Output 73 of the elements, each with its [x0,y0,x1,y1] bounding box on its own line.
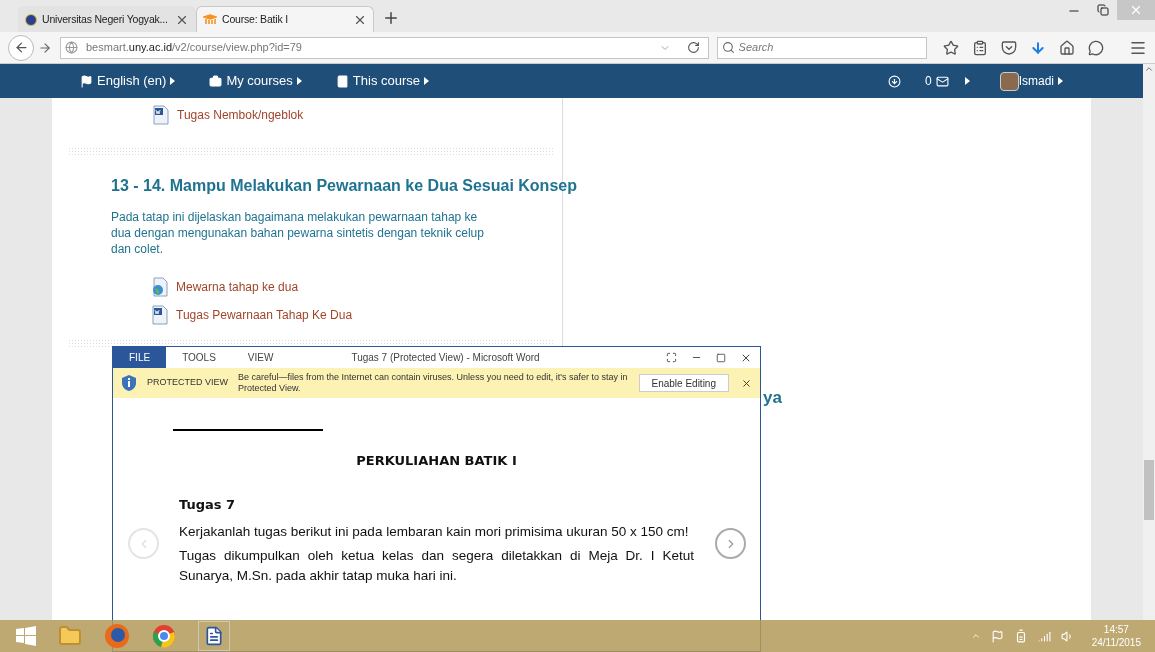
speaker-icon[interactable] [1060,629,1074,643]
activity-link[interactable]: Tugas Nembok/ngeblok [177,106,304,124]
globe-icon [65,41,78,54]
close-icon [1129,3,1143,17]
scroll-up-icon[interactable] [1144,64,1154,74]
bookmark-star-icon[interactable] [943,39,959,56]
url-text: besmart.uny.ac.id/v2/course/view.php?id=79 [86,40,303,56]
document-paragraph: Kerjakanlah tugas berikut ini pada lembaran kain mori primisima ukuran 50 x 150 cm! [179,523,690,541]
message-count: 0 [924,73,932,90]
ribbon-tab[interactable]: FILE [113,347,167,368]
caret-icon [1058,77,1063,85]
section-heading: 13 - 14. Mampu Melakukan Pewarnaan ke Dua Sesuai Konsep [111,176,577,196]
briefcase-icon [209,74,223,88]
activity-link[interactable]: Tugas Pewarnaan Tahap Ke Dua [176,306,353,324]
web-page-icon [151,277,169,297]
home-icon[interactable] [1059,39,1075,56]
caret-icon [296,77,302,85]
tab-title: Course: Batik I [222,11,289,27]
book-icon [335,74,349,88]
flag-icon[interactable] [990,629,1004,643]
new-tab-icon[interactable] [382,9,400,27]
flag-icon [80,74,93,88]
window-title: Tugas 7 (Protected View) - Microsoft Word [351,351,540,365]
url-field[interactable]: besmart.uny.ac.id/v2/course/view.php?id=79 [60,36,709,59]
ribbon-tab[interactable]: TOOLS [166,347,232,368]
ribbon-tab[interactable]: VIEW [231,347,290,368]
windows-logo-icon[interactable] [16,626,36,646]
nav-menu[interactable]: English (en) [80,71,176,91]
nav-menu[interactable]: My courses [209,71,302,91]
search-icon [721,41,735,54]
shield-info-icon [121,374,137,392]
scrollbar[interactable] [1143,64,1155,620]
enable-editing-button[interactable]: Enable Editing [638,374,729,392]
pocket-icon[interactable] [1001,39,1017,56]
document-title: PERKULIAHAN BATIK I [356,452,517,470]
chrome-style-icon[interactable] [152,624,176,648]
chat-icon[interactable] [1088,39,1104,56]
scrollbar-thumb[interactable] [1144,460,1154,520]
reading-list-icon[interactable] [972,39,988,56]
caret-icon [964,77,970,85]
tab-title: Universitas Negeri Yogyak... [42,11,169,27]
forward-icon[interactable] [38,40,52,55]
protected-view-label: PROTECTED VIEW [147,376,228,390]
section-heading: ya [763,387,783,409]
nav-menu[interactable]: This course [335,71,430,91]
word-taskbar-button[interactable] [198,621,230,651]
close-icon[interactable] [741,377,752,389]
browser-tab[interactable]: Universitas Negeri Yogyak... [18,6,196,32]
download-circle-icon[interactable] [887,74,901,88]
document-paragraph: Tugas dikumpulkan oleh ketua kelas dan segera diletakkan di Meja Dr. I Ketut Sunarya, M.Sn. pada akhir tatap muka hari ini. [179,547,694,585]
section-summary: Pada tatap ini dijelaskan bagaimana melakukan pewarnaan tahap ke dua dengan mengunakan bahan pewarna sintetis dengan teknik celup dan colet. [111,209,485,257]
maximize-icon[interactable] [716,352,726,363]
caret-icon [170,77,176,85]
browser-tab[interactable]: Course: Batik I [196,6,374,32]
search-placeholder: Search [738,40,774,56]
mail-icon[interactable] [935,74,949,88]
download-icon[interactable] [1030,39,1046,56]
document-subheading: Tugas 7 [179,495,237,514]
protected-view-message: Be careful—files from the Internet can contain viruses. Unless you need to edit, it's safer to stay in Protected View. [238,372,628,394]
word-document-icon [151,305,169,325]
user-name[interactable]: Ismadi [1018,72,1054,90]
next-page-button[interactable] [715,528,746,559]
word-document-icon [152,105,170,125]
university-logo-icon [25,13,37,26]
search-field[interactable]: Search [716,36,927,59]
activity-link[interactable]: Mewarna tahap ke dua [176,278,299,296]
restore-icon[interactable] [1097,4,1109,16]
document-icon [204,626,224,646]
avatar-placeholder [999,71,1019,91]
caret-icon [424,77,430,85]
back-button[interactable] [8,34,34,61]
full-screen-icon[interactable] [666,352,677,363]
reload-icon[interactable] [686,41,700,54]
